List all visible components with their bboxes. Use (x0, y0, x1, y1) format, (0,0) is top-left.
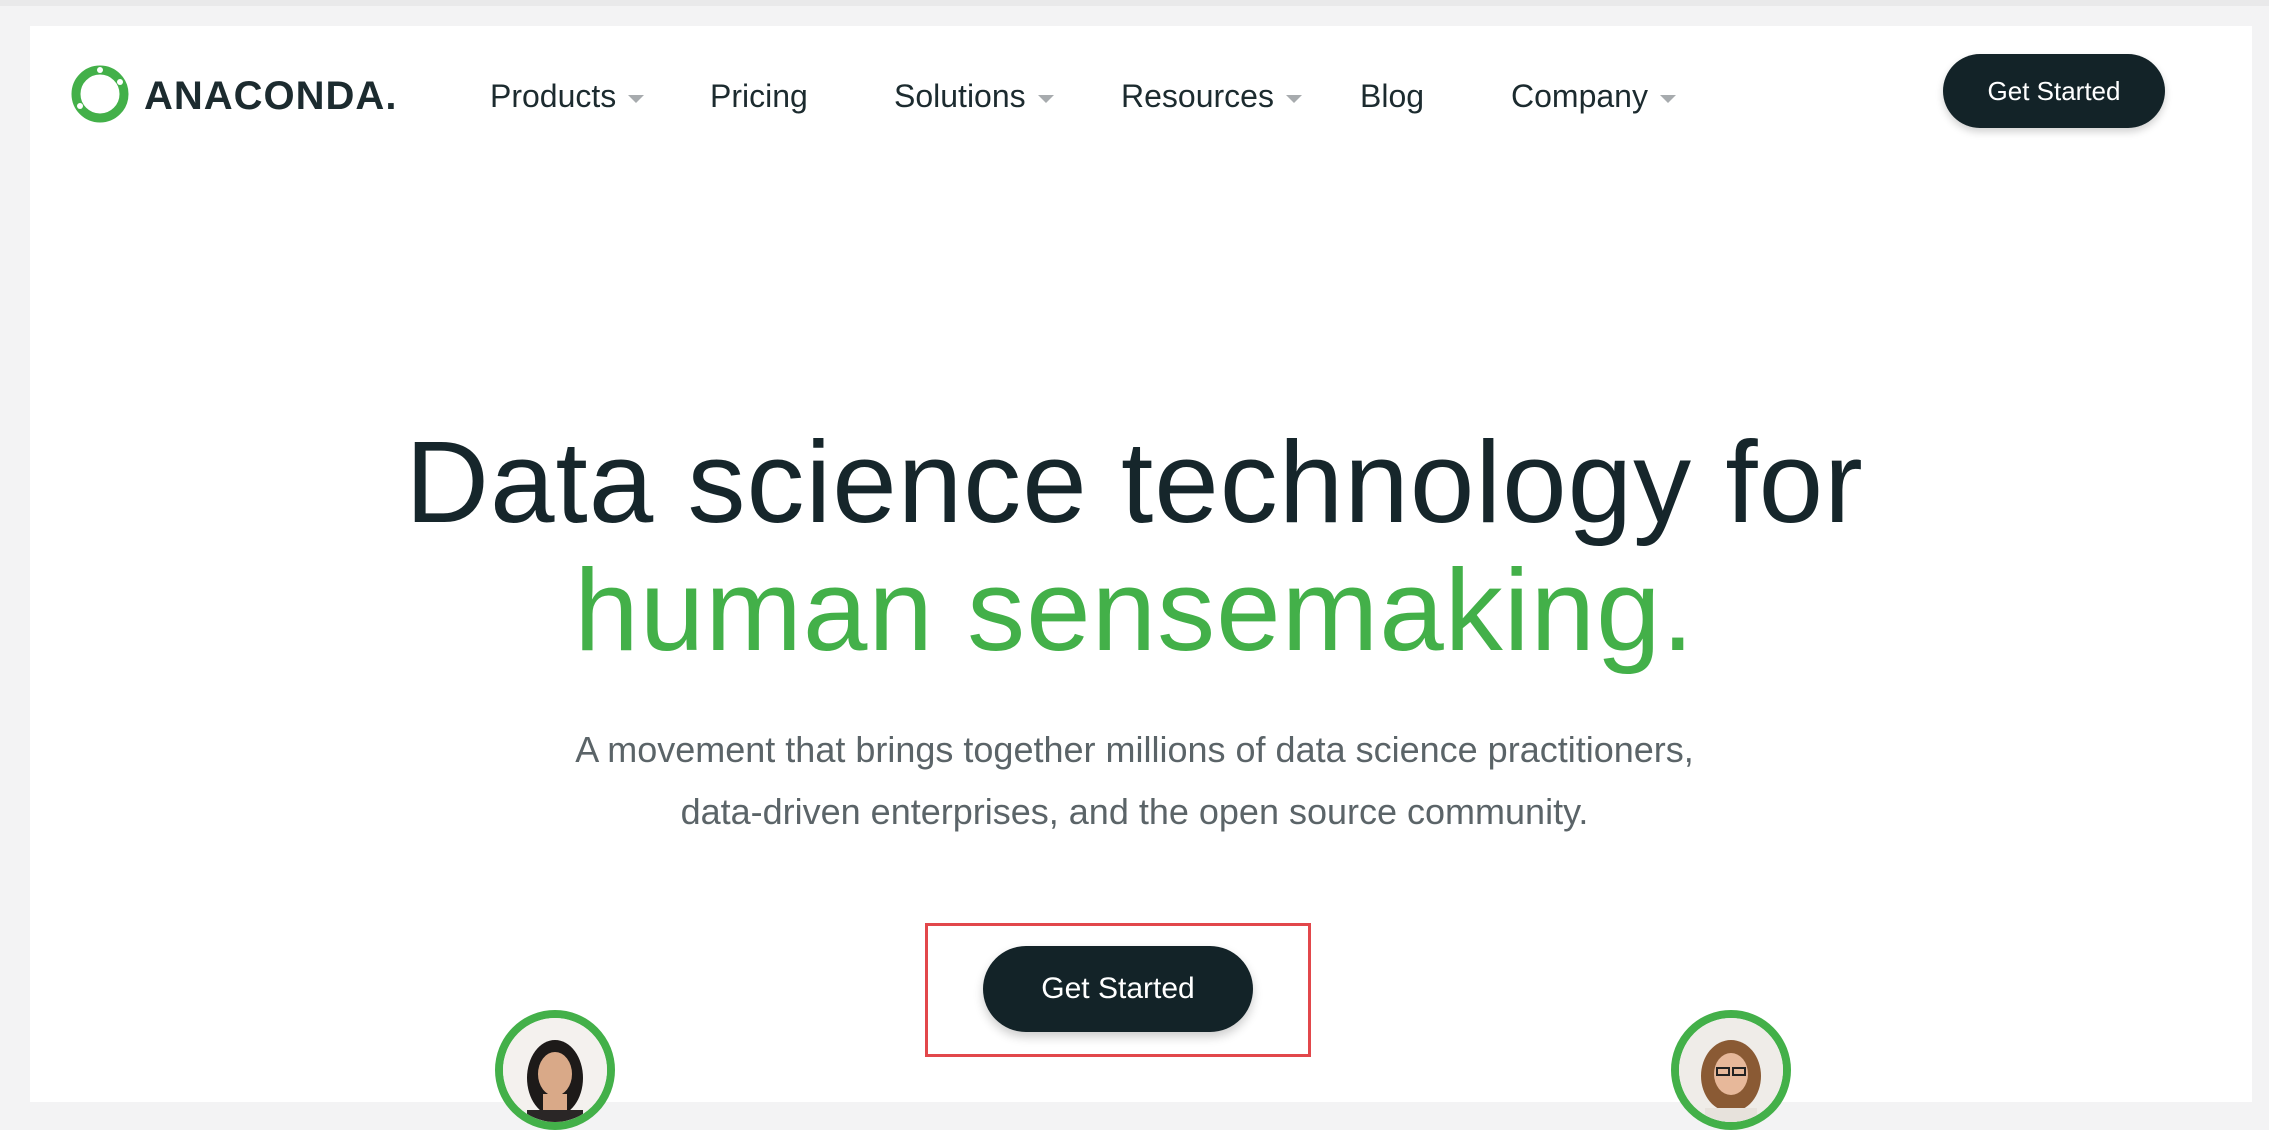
hero-get-started-button[interactable]: Get Started (983, 946, 1253, 1032)
chevron-down-icon (628, 95, 645, 103)
chevron-down-icon (1285, 95, 1302, 103)
chevron-down-icon (1037, 95, 1054, 103)
browser-top-strip (0, 0, 2269, 6)
hero-subtitle-line2: data-driven enterprises, and the open so… (680, 791, 1589, 832)
hero-title-line2: human sensemaking. (574, 545, 1695, 675)
header-get-started-button[interactable]: Get Started (1943, 54, 2165, 128)
nav-item-solutions[interactable]: Solutions (894, 64, 1054, 128)
nav-item-company[interactable]: Company (1511, 64, 1676, 128)
anaconda-logo[interactable]: ANACONDA. (68, 64, 397, 128)
hero-title-line1: Data science technology for (405, 417, 1864, 547)
avatar (495, 1010, 615, 1130)
avatar (1671, 1010, 1791, 1130)
nav-label-company: Company (1511, 77, 1648, 114)
nav-item-blog[interactable]: Blog (1360, 64, 1424, 128)
chevron-down-icon (1659, 95, 1676, 103)
page: ANACONDA. Products Pricing Solutions Res… (0, 0, 2269, 1130)
nav-label-resources: Resources (1121, 77, 1274, 114)
brand-name: ANACONDA. (144, 73, 398, 118)
nav-label-blog: Blog (1360, 77, 1425, 114)
nav-item-products[interactable]: Products (490, 64, 645, 128)
hero-subtitle-line1: A movement that brings together millions… (575, 729, 1694, 770)
nav-item-pricing[interactable]: Pricing (710, 64, 808, 128)
nav-label-pricing: Pricing (710, 77, 808, 114)
anaconda-ring-icon (68, 62, 132, 131)
nav-label-products: Products (490, 77, 617, 114)
nav-label-solutions: Solutions (894, 77, 1026, 114)
nav-item-resources[interactable]: Resources (1121, 64, 1302, 128)
